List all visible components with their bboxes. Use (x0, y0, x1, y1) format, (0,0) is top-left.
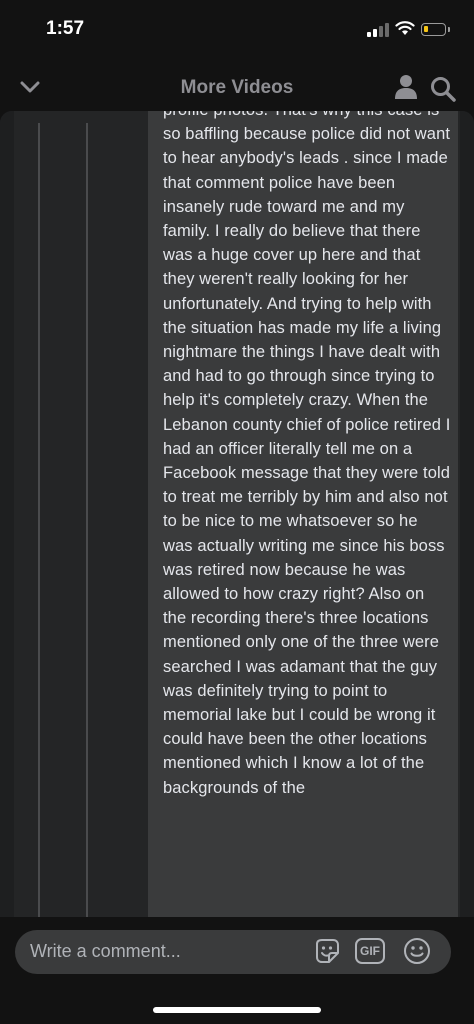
battery-nub (448, 27, 450, 32)
home-indicator (153, 1007, 321, 1013)
signal-icon (367, 23, 389, 37)
status-bar: 1:57 (0, 0, 474, 60)
profile-icon[interactable] (394, 74, 418, 100)
comment-input[interactable]: Write a comment... (30, 941, 181, 962)
header: More Videos (0, 64, 474, 114)
search-icon[interactable] (430, 76, 456, 102)
thread-line (86, 123, 88, 917)
composer-area: Write a comment... GIF (0, 917, 474, 1024)
comment-text: profile photos. That's why this case is … (163, 111, 451, 797)
comment-composer[interactable]: Write a comment... GIF (15, 930, 451, 974)
wifi-icon (395, 21, 415, 35)
status-time: 1:57 (46, 18, 85, 39)
panel-edge (0, 111, 14, 917)
thread-line (38, 123, 40, 917)
emoji-icon[interactable] (402, 936, 432, 966)
comments-panel[interactable]: profile photos. That's why this case is … (0, 111, 474, 917)
battery-icon (421, 23, 446, 36)
gif-icon[interactable]: GIF (355, 938, 385, 964)
panel-edge (460, 111, 474, 917)
sticker-icon[interactable] (312, 936, 342, 966)
comment-bubble[interactable]: profile photos. That's why this case is … (148, 111, 458, 917)
